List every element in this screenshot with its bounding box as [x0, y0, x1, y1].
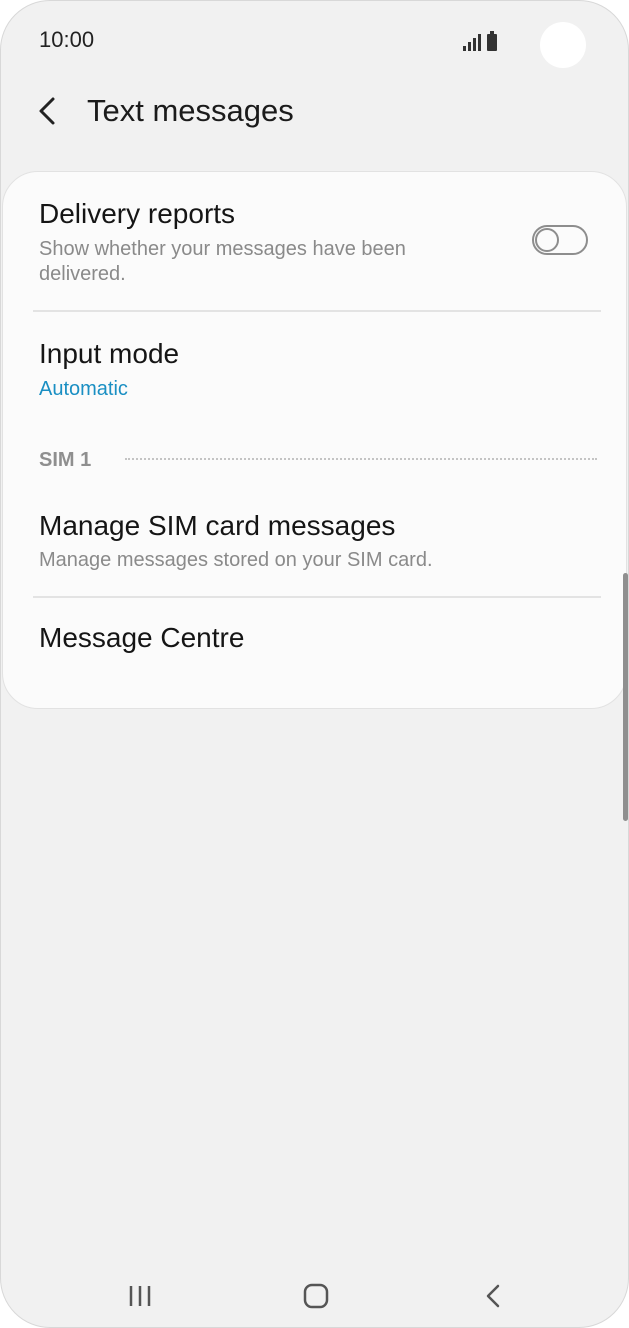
- delivery-reports-row[interactable]: Delivery reports Show whether your messa…: [3, 172, 626, 312]
- home-button[interactable]: [296, 1280, 336, 1312]
- back-icon: [486, 1284, 500, 1308]
- manage-sim-messages-title: Manage SIM card messages: [39, 510, 396, 541]
- input-mode-row[interactable]: Input mode Automatic: [3, 312, 626, 422]
- section-header-sim1: SIM 1: [39, 449, 92, 471]
- status-icons: [463, 29, 497, 51]
- recent-apps-icon: [129, 1286, 151, 1306]
- navigation-bar: [1, 1266, 628, 1326]
- delivery-reports-subtitle: Show whether your messages have been del…: [39, 238, 406, 285]
- recent-apps-button[interactable]: [121, 1280, 161, 1312]
- settings-card: Delivery reports Show whether your messa…: [2, 171, 627, 709]
- delivery-reports-toggle[interactable]: [532, 225, 588, 255]
- input-mode-value: Automatic: [39, 378, 128, 400]
- delivery-reports-title: Delivery reports: [39, 198, 236, 229]
- phone-screen: 10:00 Text messages Delivery reports Sho…: [0, 0, 629, 1328]
- section-divider: [125, 458, 597, 460]
- chevron-left-icon: [39, 97, 55, 125]
- back-button[interactable]: [29, 91, 69, 131]
- input-mode-title: Input mode: [39, 338, 180, 369]
- toggle-knob: [535, 228, 559, 252]
- manage-sim-messages-subtitle: Manage messages stored on your SIM card.: [39, 549, 433, 571]
- signal-icon: [463, 33, 481, 51]
- status-bar: 10:00: [1, 1, 628, 81]
- message-centre-title: Message Centre: [39, 622, 245, 653]
- page-title: Text messages: [87, 93, 294, 128]
- app-bar: Text messages: [1, 81, 628, 141]
- battery-icon: [487, 31, 497, 51]
- manage-sim-messages-row[interactable]: Manage SIM card messages Manage messages…: [3, 490, 626, 598]
- message-centre-row[interactable]: Message Centre: [3, 598, 626, 688]
- nav-back-button[interactable]: [473, 1280, 513, 1312]
- scrollbar[interactable]: [623, 573, 628, 821]
- status-time: 10:00: [39, 27, 95, 52]
- home-icon: [303, 1283, 329, 1309]
- camera-cutout: [540, 22, 586, 68]
